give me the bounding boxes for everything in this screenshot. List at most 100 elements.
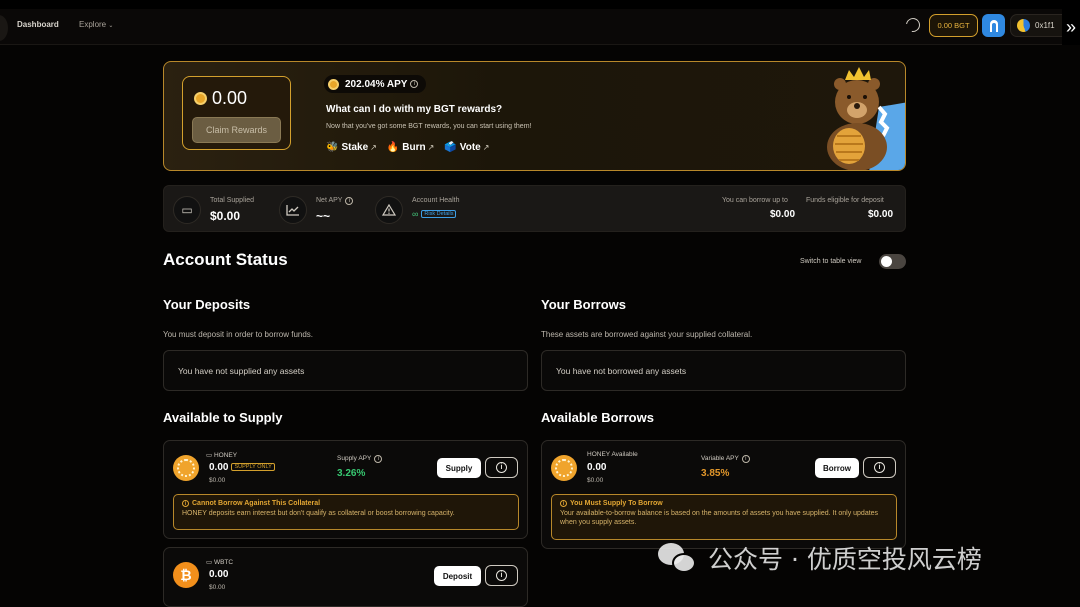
borrow-button[interactable]: Borrow [815,458,859,478]
bgt-balance-button[interactable]: 0.00 BGT [929,14,978,37]
warning-title-text: Cannot Borrow Against This Collateral [192,500,321,507]
wallet-icon: ▭ [206,559,214,566]
burn-link[interactable]: 🔥 Burn ↗ [387,142,435,153]
wallet-address: 0x1f1 [1035,21,1055,30]
moon-icon[interactable] [903,15,923,35]
table-view-toggle[interactable] [879,254,906,269]
bgt-coin-icon [194,92,207,105]
asset-name: HONEY Available [587,451,638,458]
chart-line-icon [279,196,307,224]
watermark-text: 公众号 · 优质空投风云榜 [708,545,982,574]
nav-explore[interactable]: Explore ⌄ [79,20,113,29]
bgt-coin-icon [328,78,339,90]
net-apy-value: ~~ [316,209,331,223]
asset-name-text: WBTC [213,559,234,566]
wallet-avatar [1017,19,1030,32]
stake-label: Stake [341,142,369,153]
wallet-icon: ▭ [173,196,201,224]
info-icon: i [560,500,567,507]
deposits-subtitle: You must deposit in order to borrow fund… [163,330,314,339]
honey-token-icon [173,455,199,481]
deposit-button[interactable]: Deposit [434,566,481,586]
vote-label: Vote [459,142,481,153]
info-icon[interactable]: i [410,80,419,88]
info-icon: i [874,462,885,473]
funds-eligible-label: Funds eligible for deposit [806,197,884,204]
asset-info-button[interactable]: i [485,457,518,478]
bear-king-illustration [827,67,905,170]
asset-usd: $0.00 [209,477,226,484]
your-borrows-title: Your Borrows [541,297,626,312]
asset-amount-value: 0.00 [209,462,229,473]
supply-to-borrow-warning: i You Must Supply To Borrow Your availabl… [551,494,897,540]
arch-icon [989,19,998,32]
borrow-up-to-label: You can borrow up to [722,197,788,204]
total-supplied-value: $0.00 [210,209,241,223]
account-health-label: Account Health [412,197,460,204]
warning-text: Your available-to-borrow balance is base… [560,510,879,526]
supply-apy-label: Supply APY i [337,455,383,463]
info-icon: i [496,462,507,473]
your-deposits-title: Your Deposits [163,297,251,312]
asset-name: ▭ HONEY [206,451,237,459]
variable-apy-value: 3.85% [701,468,730,479]
claim-amount-value: 0.00 [212,88,248,108]
warning-title-text: You Must Supply To Borrow [570,500,663,507]
wechat-icon [658,541,698,575]
stake-link[interactable]: 🐝 Stake ↗ [326,142,377,153]
health-infinity: ∞ [412,209,419,219]
warning-text: HONEY deposits earn interest but don't q… [182,510,455,517]
external-link-icon: ↗ [370,143,377,152]
supply-apy-label-text: Supply APY [337,455,372,462]
burn-label: Burn [402,142,426,153]
asset-amount: 0.00 SUPPLY ONLY [209,462,275,473]
wallet-button[interactable]: 0x1f1 [1010,14,1070,37]
deposits-empty-state: You have not supplied any assets [163,350,528,391]
fire-icon: 🔥 [386,142,400,153]
app-icon[interactable] [982,14,1005,37]
toggle-knob [881,256,892,267]
warning-title: i Cannot Borrow Against This Collateral [182,500,510,507]
claim-rewards-button[interactable]: Claim Rewards [192,117,281,143]
net-apy-label-text: Net APY [316,197,343,204]
supply-wbtc-card: ₿ ▭ WBTC 0.00 $0.00 Deposit i [163,547,528,607]
bgt-rewards-banner: 0.00 Claim Rewards 202.04% APY i What ca… [163,61,906,171]
supply-button[interactable]: Supply [437,458,481,478]
asset-name-text: HONEY [213,452,238,459]
wallet-icon: ▭ [206,452,214,459]
borrow-honey-card: HONEY Available 0.00 $0.00 Variable APY i… [541,440,906,549]
vote-link[interactable]: 🗳️ Vote ↗ [444,142,489,153]
top-navbar: Dashboard Explore ⌄ 0.00 BGT 0x1f1 [0,9,1080,45]
info-icon[interactable]: i [374,455,383,463]
funds-eligible-value: $0.00 [868,209,894,220]
nav-explore-label: Explore [79,20,107,29]
asset-amount: 0.00 [209,569,229,580]
warning-title: i You Must Supply To Borrow [560,500,888,507]
info-icon: i [496,570,507,581]
info-icon[interactable]: i [345,197,354,205]
banner-subtitle: Now that you've got some BGT rewards, yo… [326,123,532,130]
honey-token-icon [551,455,577,481]
supply-honey-card: ▭ HONEY 0.00 SUPPLY ONLY $0.00 Supply APY… [163,440,528,539]
account-status-title: Account Status [163,250,288,269]
asset-info-button[interactable]: i [485,565,518,586]
borrows-subtitle: These assets are borrowed against your s… [541,330,753,339]
borrow-up-to-value: $0.00 [770,209,796,220]
wechat-watermark: 公众号 · 优质空投风云榜 [658,540,982,576]
double-chevron-right-icon[interactable]: » [1062,9,1080,45]
total-supplied-label: Total Supplied [210,197,254,204]
variable-apy-label: Variable APY i [701,455,750,463]
external-link-icon: ↗ [427,143,435,152]
asset-info-button[interactable]: i [863,457,896,478]
apy-value: 202.04% APY [345,78,408,90]
available-to-supply-title: Available to Supply [163,410,283,425]
info-icon[interactable]: i [741,455,750,463]
info-icon: i [182,500,189,507]
risk-details-button[interactable]: Risk Details [421,210,457,218]
banner-actions: 🐝 Stake ↗ 🔥 Burn ↗ 🗳️ Vote ↗ [326,142,489,153]
logo-icon[interactable] [0,15,8,41]
nav-dashboard[interactable]: Dashboard [17,20,59,29]
asset-usd: $0.00 [209,584,226,591]
claim-amount: 0.00 [194,88,247,109]
account-stats-bar: ▭ Total Supplied $0.00 Net APY i ~~ Accou… [163,185,906,232]
